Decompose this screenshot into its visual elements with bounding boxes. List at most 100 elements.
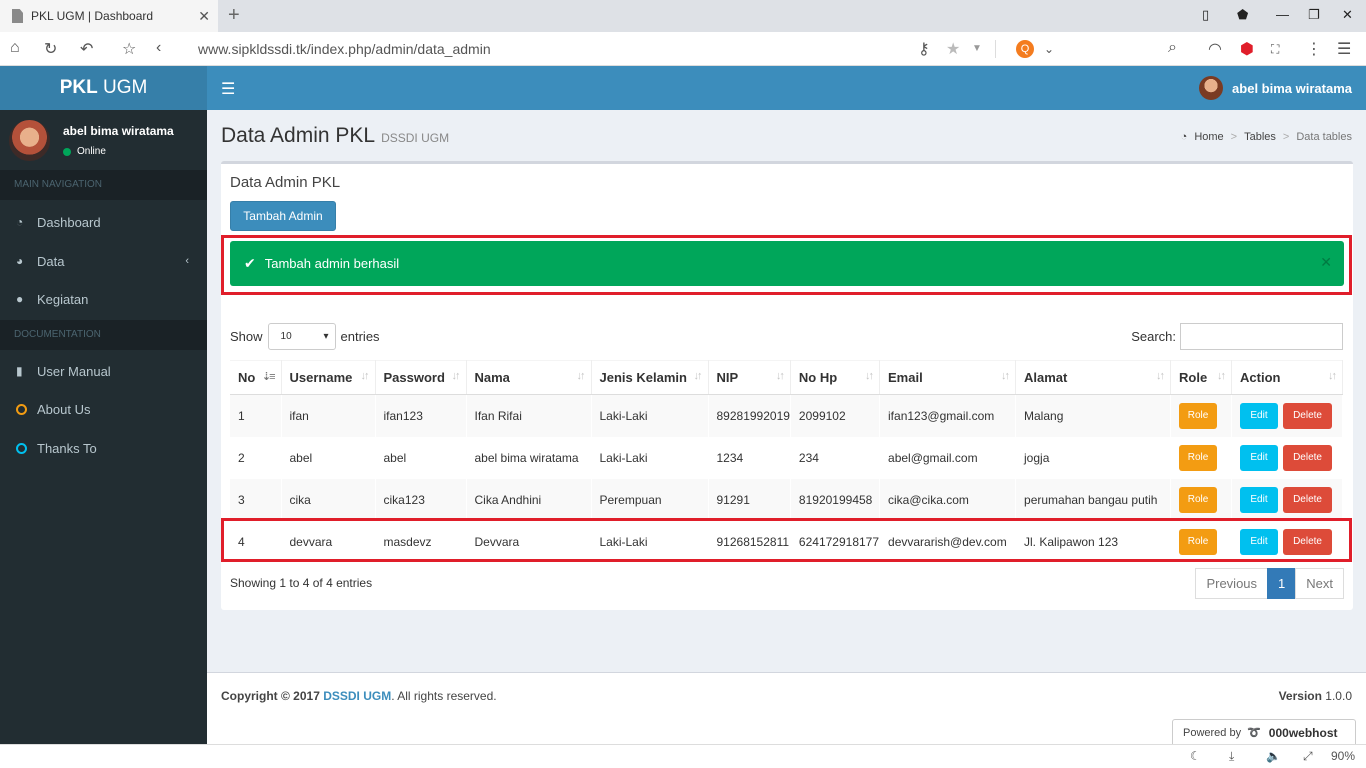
column-header-no[interactable]: No ⇣≡ xyxy=(230,360,282,395)
edit-button[interactable]: Edit xyxy=(1240,444,1279,471)
entries-select[interactable]: 10 ▾ xyxy=(267,323,336,350)
role-button[interactable]: Role xyxy=(1179,486,1218,513)
close-icon[interactable]: ✕ xyxy=(1320,254,1332,271)
column-header-no-hp[interactable]: No Hp ↓↑ xyxy=(790,360,881,395)
sidebar-item-kegiatan[interactable]: ● Kegiatan xyxy=(0,280,207,318)
address-bar[interactable]: www.sipkldssdi.tk/index.php/admin/data_a… xyxy=(188,36,996,62)
new-tab-icon[interactable]: + xyxy=(228,4,240,27)
role-button[interactable]: Role xyxy=(1179,444,1218,471)
sidebar-item-thanks-to[interactable]: Thanks To xyxy=(0,429,207,467)
app-logo[interactable]: PKL UGM xyxy=(0,66,207,110)
minimize-icon[interactable]: — xyxy=(1276,7,1289,22)
home-icon[interactable]: ⌂ xyxy=(10,39,20,57)
page-title-text: Data Admin PKL xyxy=(221,124,376,147)
column-header-username[interactable]: Username ↓↑ xyxy=(281,360,376,395)
page-1-button[interactable]: 1 xyxy=(1267,568,1297,599)
data-box: Data Admin PKL Tambah Admin ✔ Tambah adm… xyxy=(221,161,1353,610)
reload-icon[interactable]: ↻ xyxy=(44,39,57,59)
sidebar-item-dashboard[interactable]: ◔ Dashboard xyxy=(0,203,207,241)
org-link[interactable]: DSSDI UGM xyxy=(323,689,391,703)
column-header-nip[interactable]: NIP ↓↑ xyxy=(708,360,791,395)
cell-action: Edit Delete xyxy=(1231,394,1343,437)
footer: Copyright © 2017 DSSDI UGM. All rights r… xyxy=(207,672,1366,745)
delete-button[interactable]: Delete xyxy=(1283,402,1333,429)
bookmark-star-icon[interactable]: ★ xyxy=(946,39,960,59)
menu-icon[interactable]: ☰ xyxy=(1337,39,1351,59)
sidebar-toggle-icon[interactable]: ☰ xyxy=(221,79,235,99)
copyright: Copyright © 2017 DSSDI UGM. All rights r… xyxy=(221,689,497,703)
table-info: Showing 1 to 4 of 4 entries xyxy=(230,576,373,590)
cell-nama: abel bima wiratama xyxy=(466,436,592,479)
column-header-nama[interactable]: Nama ↓↑ xyxy=(466,360,592,395)
browser-statusbar: ☾ ⤓ 🔈 ⤢ 90% xyxy=(0,744,1366,768)
add-admin-button[interactable]: Tambah Admin xyxy=(230,201,336,231)
download-icon[interactable]: ⤓ xyxy=(1229,749,1234,764)
sort-icon: ↓↑ xyxy=(451,370,461,382)
cell-action: Edit Delete xyxy=(1231,436,1343,479)
sort-icon: ↓↑ xyxy=(693,370,703,382)
maximize-icon[interactable]: ❐ xyxy=(1308,7,1320,23)
column-header-role[interactable]: Role ↓↑ xyxy=(1170,360,1233,395)
zoom-level[interactable]: 90% xyxy=(1331,749,1355,763)
screenshot-icon[interactable]: ⛶ xyxy=(1271,42,1279,57)
delete-button[interactable]: Delete xyxy=(1283,486,1333,513)
wifi-icon[interactable]: ◠ xyxy=(1208,39,1222,59)
column-header-email[interactable]: Email ↓↑ xyxy=(879,360,1017,395)
cell-password: ifan123 xyxy=(375,394,467,437)
back-icon[interactable]: ‹ xyxy=(156,39,161,57)
search-label: Search: xyxy=(1131,329,1176,344)
rights-text: . All rights reserved. xyxy=(391,689,497,703)
sidebar-item-about-us[interactable]: About Us xyxy=(0,390,207,428)
browser-tab[interactable]: PKL UGM | Dashboard ✕ xyxy=(0,0,218,32)
tablet-mode-icon[interactable]: ▯ xyxy=(1202,7,1209,23)
column-header-action[interactable]: Action ↓↑ xyxy=(1231,360,1343,395)
volume-icon[interactable]: 🔈 xyxy=(1266,749,1281,763)
user-menu[interactable]: abel bima wiratama xyxy=(1199,66,1352,110)
role-button[interactable]: Role xyxy=(1179,402,1218,429)
column-header-password[interactable]: Password ↓↑ xyxy=(375,360,467,395)
sidebar-item-user-manual[interactable]: ▮ User Manual xyxy=(0,352,207,390)
host-name: 000webhost xyxy=(1268,725,1338,740)
status-indicator: Online xyxy=(63,146,106,157)
page-title: Data Admin PKL DSSDI UGM xyxy=(221,124,449,148)
sort-asc-icon: ⇣≡ xyxy=(261,371,276,383)
search-input[interactable] xyxy=(1180,323,1343,350)
next-page-button[interactable]: Next xyxy=(1295,568,1344,599)
chevron-left-icon: ‹ xyxy=(185,255,189,267)
sidebar-item-label: About Us xyxy=(37,401,91,417)
sidebar-item-label: Kegiatan xyxy=(37,291,89,307)
key-icon[interactable]: ⚷ xyxy=(918,39,930,59)
sidebar-item-data[interactable]: ◕ Data ‹ xyxy=(0,242,207,280)
more-icon[interactable]: ⋮ xyxy=(1306,39,1322,59)
powered-by-badge[interactable]: Powered by ➰ 000webhost xyxy=(1172,719,1356,745)
edit-button[interactable]: Edit xyxy=(1240,402,1279,429)
status-text: Online xyxy=(77,146,106,157)
adblock-icon[interactable]: ⬢ xyxy=(1240,39,1254,59)
undo-icon[interactable]: ↶ xyxy=(80,39,93,59)
column-header-jenis-kelamin[interactable]: Jenis Kelamin ↓↑ xyxy=(591,360,709,395)
extension-icon[interactable]: ⬟ xyxy=(1237,7,1248,23)
version: Version 1.0.0 xyxy=(1279,689,1352,703)
breadcrumb-tables[interactable]: Tables xyxy=(1244,131,1276,143)
sidebar: abel bima wiratama Online MAIN NAVIGATIO… xyxy=(0,110,207,744)
search-engine-icon[interactable]: Q xyxy=(1016,40,1034,58)
star-icon[interactable]: ☆ xyxy=(122,39,136,59)
night-mode-icon[interactable]: ☾ xyxy=(1190,749,1201,763)
close-window-icon[interactable]: ✕ xyxy=(1342,7,1353,23)
search-icon[interactable]: ⌕ xyxy=(1168,39,1177,57)
avatar xyxy=(1199,76,1224,100)
edit-button[interactable]: Edit xyxy=(1240,486,1279,513)
table-row: 1 ifan ifan123 Ifan Rifai Laki-Laki 8928… xyxy=(230,394,1343,437)
fullscreen-icon[interactable]: ⤢ xyxy=(1303,749,1313,764)
column-header-alamat[interactable]: Alamat ↓↑ xyxy=(1015,360,1172,395)
version-label: Version xyxy=(1278,689,1322,703)
breadcrumb-home[interactable]: Home xyxy=(1194,131,1223,143)
chevron-down-icon[interactable]: ⌄ xyxy=(1044,42,1054,56)
cell-username: abel xyxy=(281,436,376,479)
dropdown-icon[interactable]: ▼ xyxy=(972,43,982,54)
cell-no: 1 xyxy=(230,394,282,437)
delete-button[interactable]: Delete xyxy=(1283,444,1333,471)
previous-page-button[interactable]: Previous xyxy=(1195,568,1269,599)
logo-rest: UGM xyxy=(97,77,148,98)
close-tab-icon[interactable]: ✕ xyxy=(198,8,210,25)
